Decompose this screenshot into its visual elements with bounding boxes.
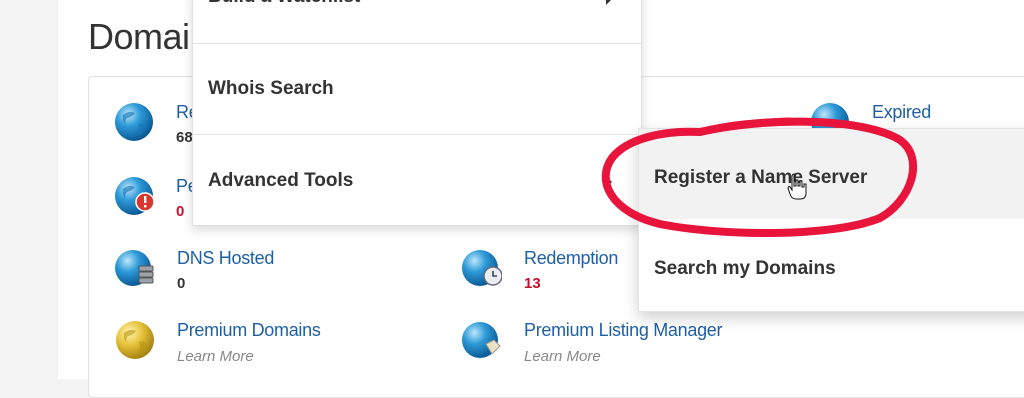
tile-label[interactable]: Premium Listing Manager — [524, 320, 722, 341]
submenu-item-register-name-server[interactable]: Register a Name Server — [639, 129, 1024, 219]
page-title: Domain — [88, 16, 210, 57]
menu-item-label: Build a Watchlist — [208, 0, 360, 8]
chevron-right-icon — [606, 176, 612, 188]
submenu-item-label: Register a Name Server — [654, 167, 868, 188]
learn-more-link[interactable]: Learn More — [177, 348, 254, 365]
tools-dropdown-menu: Build a Watchlist Whois Search Advanced … — [192, 0, 642, 226]
learn-more-link[interactable]: Learn More — [524, 348, 601, 365]
globe-clock-icon — [462, 250, 502, 286]
tile-count: 0 — [177, 275, 186, 292]
menu-item-build-watchlist[interactable]: Build a Watchlist — [193, 0, 641, 43]
tile-count: 0 — [176, 203, 185, 220]
globe-warning-icon — [115, 177, 154, 215]
tile-count: 68 — [176, 129, 193, 146]
tile-label[interactable]: Redemption — [524, 248, 618, 269]
tile-count: 13 — [524, 275, 541, 292]
advanced-tools-submenu: Register a Name Server Search my Domains — [638, 128, 1024, 312]
menu-item-label: Whois Search — [208, 78, 334, 99]
globe-icon — [115, 103, 153, 141]
tile-label[interactable]: Expired — [872, 102, 931, 123]
menu-item-advanced-tools[interactable]: Advanced Tools — [193, 135, 641, 225]
chevron-right-icon — [606, 0, 612, 5]
menu-item-whois-search[interactable]: Whois Search — [193, 44, 641, 134]
globe-tag-icon — [462, 322, 501, 358]
globe-server-icon — [115, 250, 154, 286]
tile-label[interactable]: DNS Hosted — [177, 248, 274, 269]
menu-item-label: Advanced Tools — [208, 170, 354, 191]
submenu-item-search-my-domains[interactable]: Search my Domains — [639, 220, 1024, 310]
tile-label[interactable]: Premium Domains — [177, 320, 321, 341]
gold-globe-icon — [116, 321, 154, 359]
submenu-item-label: Search my Domains — [654, 258, 836, 279]
